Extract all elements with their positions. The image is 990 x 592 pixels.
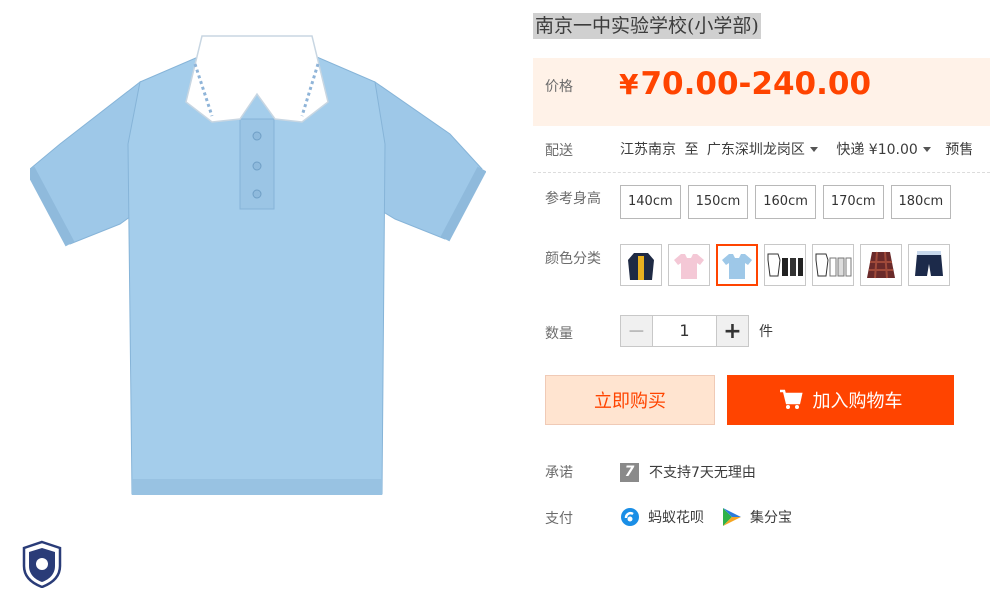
payment-method-label: 蚂蚁花呗 bbox=[648, 510, 704, 526]
size-option[interactable]: 170cm bbox=[822, 185, 884, 219]
color-label: 颜色分类 bbox=[545, 251, 601, 267]
pink-polo-icon bbox=[674, 254, 704, 279]
chevron-down-icon bbox=[922, 146, 931, 152]
promise-row: 7 不支持7天无理由 bbox=[620, 462, 756, 482]
promise-text: 不支持7天无理由 bbox=[649, 465, 756, 481]
seven-day-badge-icon: 7 bbox=[620, 462, 639, 482]
ship-destination: 广东深圳龙岗区 bbox=[706, 142, 805, 158]
currency-symbol: ¥ bbox=[619, 68, 639, 101]
ship-method-dropdown[interactable]: 快递 ¥10.00 bbox=[836, 142, 936, 158]
color-swatch-set-dark[interactable] bbox=[764, 244, 806, 286]
ship-from: 江苏南京 bbox=[620, 142, 676, 158]
school-logo bbox=[20, 540, 64, 589]
buy-now-button[interactable]: 立即购买 bbox=[545, 375, 715, 425]
add-to-cart-label: 加入购物车 bbox=[812, 391, 903, 412]
ship-method: 快递 ¥10.00 bbox=[836, 142, 918, 158]
ship-to-word: 至 bbox=[684, 142, 699, 158]
size-option[interactable]: 180cm bbox=[890, 185, 952, 219]
shorts-icon bbox=[915, 251, 943, 276]
uniform-set-icon bbox=[767, 253, 803, 277]
ship-destination-dropdown[interactable]: 广东深圳龙岗区 bbox=[707, 142, 824, 158]
cart-icon bbox=[779, 389, 803, 409]
product-title: 南京一中实验学校(小学部) bbox=[533, 13, 761, 39]
shipping-row: 江苏南京 至 广东深圳龙岗区 快递 ¥10.00 预售 bbox=[620, 139, 973, 159]
quantity-unit: 件 bbox=[759, 324, 773, 340]
color-swatch-navy-shorts[interactable] bbox=[908, 244, 950, 286]
color-swatch-jacket[interactable] bbox=[620, 244, 662, 286]
payment-row: 蚂蚁花呗 集分宝 bbox=[620, 507, 810, 527]
increase-button[interactable]: + bbox=[716, 315, 749, 347]
price-amount: 70.00-240.00 bbox=[640, 66, 872, 102]
jifenbao-icon bbox=[723, 508, 741, 526]
divider bbox=[533, 172, 990, 173]
presale-text: 预售 bbox=[945, 142, 974, 158]
uniform-set-icon bbox=[815, 253, 852, 277]
size-option[interactable]: 140cm bbox=[620, 185, 681, 219]
color-swatch-plaid-skirt[interactable] bbox=[860, 244, 902, 286]
quantity-stepper: − 1 + 件 bbox=[620, 315, 773, 347]
color-swatch-blue-polo[interactable] bbox=[716, 244, 758, 286]
size-option[interactable]: 160cm bbox=[755, 185, 816, 219]
badge-number: 7 bbox=[624, 463, 635, 480]
color-swatch-set-light[interactable] bbox=[812, 244, 854, 286]
product-image[interactable] bbox=[25, 24, 487, 502]
huabei-icon bbox=[621, 508, 639, 526]
size-option[interactable]: 150cm bbox=[687, 185, 749, 219]
size-label: 参考身高 bbox=[545, 191, 601, 207]
payment-huabei[interactable]: 蚂蚁花呗 bbox=[620, 507, 704, 527]
skirt-icon bbox=[867, 251, 895, 279]
add-to-cart-button[interactable]: 加入购物车 bbox=[727, 375, 954, 425]
chevron-down-icon bbox=[809, 146, 818, 152]
payment-jifenbao[interactable]: 集分宝 bbox=[722, 507, 792, 527]
price-label: 价格 bbox=[545, 79, 573, 95]
blue-polo-icon bbox=[722, 254, 752, 279]
quantity-label: 数量 bbox=[545, 326, 573, 342]
price-range: ¥70.00-240.00 bbox=[619, 66, 871, 102]
price-panel: 价格 ¥70.00-240.00 bbox=[533, 58, 990, 126]
decrease-button[interactable]: − bbox=[620, 315, 653, 347]
jacket-icon bbox=[628, 253, 654, 280]
size-options: 140cm 150cm 160cm 170cm 180cm bbox=[620, 185, 952, 219]
quantity-input[interactable]: 1 bbox=[653, 315, 716, 347]
color-options bbox=[620, 244, 950, 286]
payment-label: 支付 bbox=[545, 511, 573, 527]
color-swatch-pink-polo[interactable] bbox=[668, 244, 710, 286]
payment-method-label: 集分宝 bbox=[750, 510, 792, 526]
shipping-label: 配送 bbox=[545, 143, 573, 159]
promise-label: 承诺 bbox=[545, 465, 573, 481]
